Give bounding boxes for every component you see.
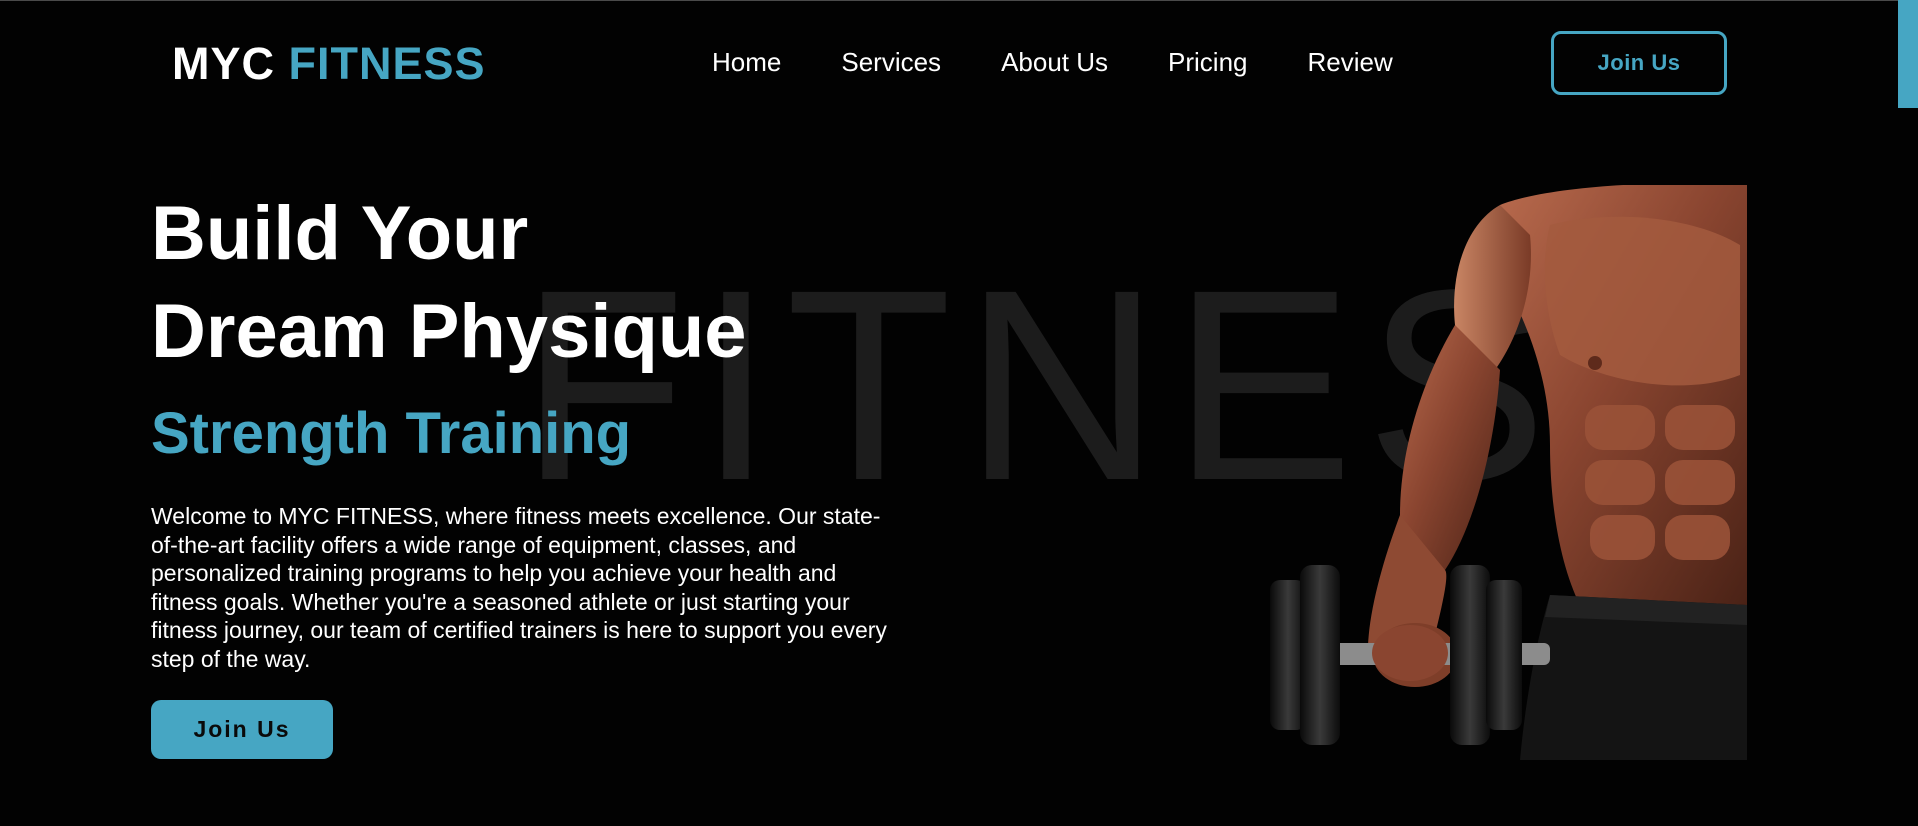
nav-link-home[interactable]: Home — [712, 46, 781, 78]
nav-link-services[interactable]: Services — [841, 46, 941, 78]
hero-subtitle: Strength Training — [151, 401, 632, 466]
scrollbar-thumb[interactable] — [1898, 0, 1918, 108]
logo-text-accent: FITNESS — [288, 38, 486, 89]
hero-title-line-2: Dream Physique — [151, 289, 747, 374]
brand-logo[interactable]: MYC FITNESS — [172, 38, 486, 90]
nav-link-review[interactable]: Review — [1308, 46, 1393, 78]
hero-athlete-image — [1270, 185, 1747, 760]
hero-description: Welcome to MYC FITNESS, where fitness me… — [151, 503, 887, 672]
logo-text-primary: MYC — [172, 38, 275, 89]
nav-link-pricing[interactable]: Pricing — [1168, 46, 1247, 78]
main-nav: Home Services About Us Pricing Review — [712, 46, 1393, 78]
hero-join-us-button[interactable]: Join Us — [151, 700, 333, 759]
hero-title-line-1: Build Your — [151, 191, 529, 276]
top-border — [0, 0, 1918, 1]
nav-link-about-us[interactable]: About Us — [1001, 46, 1108, 78]
header-join-us-button[interactable]: Join Us — [1551, 31, 1727, 95]
